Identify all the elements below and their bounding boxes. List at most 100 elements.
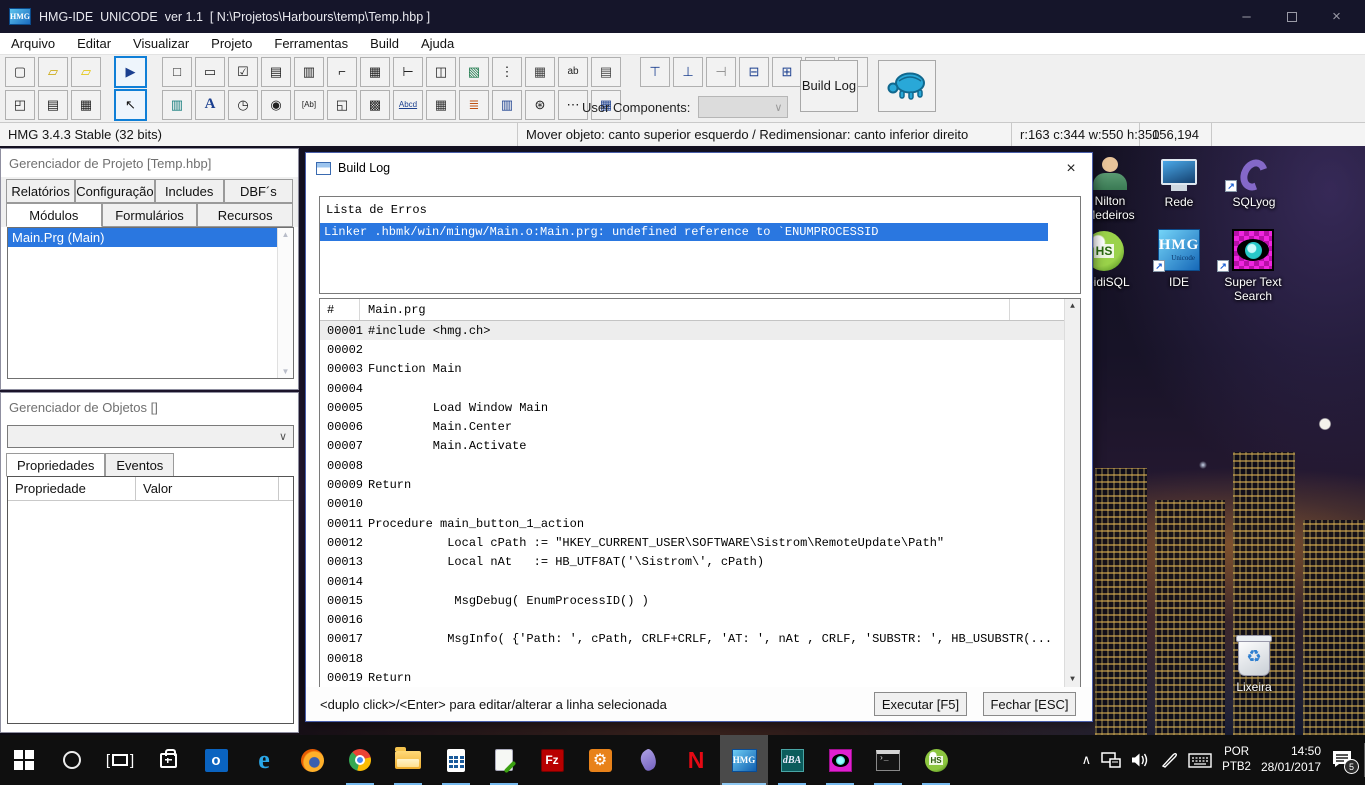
- code-line-00019[interactable]: 00019 Return: [320, 668, 1064, 687]
- code-line-00002[interactable]: 00002: [320, 340, 1064, 359]
- menu-editar[interactable]: Editar: [66, 33, 122, 54]
- taskbar-mysql-dolphin[interactable]: [624, 735, 672, 785]
- button-control-button[interactable]: ▭: [195, 56, 225, 87]
- scroll-up-icon[interactable]: ▲: [1070, 302, 1075, 311]
- code-line-00018[interactable]: 00018: [320, 649, 1064, 668]
- progressbar-control-button[interactable]: ▥: [492, 89, 522, 120]
- combobox-control-button[interactable]: ▥: [294, 56, 324, 87]
- error-row-selected[interactable]: Linker .hbmk/win/mingw/Main.o:Main.prg: …: [320, 223, 1048, 241]
- build-log-button[interactable]: Build Log: [800, 60, 858, 112]
- taskbar-chrome[interactable]: [336, 735, 384, 785]
- taskbar-command-prompt[interactable]: ›_: [864, 735, 912, 785]
- network-icon[interactable]: [1101, 752, 1121, 768]
- desktop-icon-supertext[interactable]: ↗ Super Text Search: [1214, 227, 1292, 304]
- notebook-control-button[interactable]: ▤: [591, 56, 621, 87]
- tab-eventos[interactable]: Eventos: [105, 453, 175, 477]
- tab-propriedades[interactable]: Propriedades: [6, 453, 106, 477]
- hyperlink-control-button[interactable]: Abcd: [393, 89, 423, 120]
- code-line-00017[interactable]: 00017 MsgInfo( {'Path: ', cPath, CRLF+CR…: [320, 630, 1064, 649]
- code-line-00009[interactable]: 00009 Return: [320, 475, 1064, 494]
- tray-expand-icon[interactable]: ∧: [1082, 752, 1092, 768]
- library-button[interactable]: ▥: [162, 89, 192, 120]
- form-button[interactable]: ◰: [5, 89, 35, 120]
- align-bottom-button[interactable]: ⊥: [673, 56, 703, 87]
- timer-control-button[interactable]: ◷: [228, 89, 258, 120]
- select-cursor-button[interactable]: ↖: [114, 88, 147, 121]
- slider-control-button[interactable]: ⊢: [393, 56, 423, 87]
- list-item[interactable]: Main.Prg (Main): [8, 228, 277, 247]
- tab-includes[interactable]: Includes: [154, 179, 224, 203]
- column-header-propriedade[interactable]: Propriedade: [8, 477, 136, 500]
- grid-control-button[interactable]: ▦: [360, 56, 390, 87]
- taskbar-dbassistant[interactable]: dBA: [768, 735, 816, 785]
- taskbar-outlook[interactable]: o: [192, 735, 240, 785]
- objects-combobox[interactable]: ∨: [7, 425, 294, 448]
- debug-turtle-button[interactable]: [878, 60, 936, 112]
- menu-visualizar[interactable]: Visualizar: [122, 33, 200, 54]
- menu-arquivo[interactable]: Arquivo: [0, 33, 66, 54]
- run-button[interactable]: ▶: [114, 55, 147, 88]
- textbox-control-button[interactable]: ab: [558, 56, 588, 87]
- modules-list[interactable]: Main.Prg (Main) ▲ ▼: [7, 227, 294, 379]
- code-line-00010[interactable]: 00010: [320, 495, 1064, 514]
- code-line-00001[interactable]: 00001 #include <hmg.ch>: [320, 321, 1064, 341]
- taskbar-start-button[interactable]: [0, 735, 48, 785]
- listbox-control-button[interactable]: ▤: [261, 56, 291, 87]
- tree-control-button[interactable]: ⋮: [492, 56, 522, 87]
- scroll-down-icon[interactable]: ▼: [1070, 675, 1075, 684]
- open-project-button[interactable]: ▱: [38, 56, 68, 87]
- report-button[interactable]: ▦: [71, 89, 101, 120]
- code-line-00008[interactable]: 00008: [320, 456, 1064, 475]
- minimize-button[interactable]: –: [1224, 0, 1269, 33]
- tab-módulos[interactable]: Módulos: [6, 203, 102, 227]
- align-center-v-button[interactable]: ⊞: [772, 56, 802, 87]
- code-line-00005[interactable]: 00005 Load Window Main: [320, 398, 1064, 417]
- code-line-00014[interactable]: 00014: [320, 572, 1064, 591]
- calendar-control-button[interactable]: ▦: [426, 89, 456, 120]
- tab-dbf´s[interactable]: DBF´s: [223, 179, 293, 203]
- taskbar-netflix[interactable]: N: [672, 735, 720, 785]
- code-line-00015[interactable]: 00015 MsgDebug( EnumProcessID() ): [320, 591, 1064, 610]
- taskbar-heidisql[interactable]: HS: [912, 735, 960, 785]
- tab-recursos[interactable]: Recursos: [197, 203, 294, 227]
- align-top-button[interactable]: ⊤: [640, 56, 670, 87]
- align-left-button[interactable]: ⊣: [706, 56, 736, 87]
- taskbar-cortana[interactable]: [48, 735, 96, 785]
- build-log-titlebar[interactable]: Build Log: [306, 153, 1092, 183]
- code-line-00011[interactable]: 00011 Procedure main_button_1_action: [320, 514, 1064, 533]
- desktop-icon-rede[interactable]: Rede: [1150, 147, 1208, 209]
- tab-control-button[interactable]: ◱: [327, 89, 357, 120]
- label-control-button[interactable]: A: [195, 89, 225, 120]
- new-project-button[interactable]: ▱: [71, 56, 101, 87]
- desktop-icon-sqlyog[interactable]: ↗ SQLyog: [1222, 147, 1286, 209]
- scroll-down-icon[interactable]: ▼: [282, 367, 290, 376]
- scrollbar[interactable]: ▲ ▼: [277, 228, 293, 378]
- error-list[interactable]: Lista de Erros Linker .hbmk/win/mingw/Ma…: [319, 196, 1081, 294]
- taskbar-task-view[interactable]: []: [96, 735, 144, 785]
- window-control-button[interactable]: □: [162, 56, 192, 87]
- desktop-icon-lixeira[interactable]: ♻ Lixeira: [1222, 632, 1286, 694]
- menu-build[interactable]: Build: [359, 33, 410, 54]
- new-file-button[interactable]: ▢: [5, 56, 35, 87]
- keyboard-icon[interactable]: [1188, 752, 1212, 768]
- colorlist-control-button[interactable]: ≣: [459, 89, 489, 120]
- menu-projeto[interactable]: Projeto: [200, 33, 263, 54]
- tab-configuração[interactable]: Configuração: [75, 179, 155, 203]
- source-doc-button[interactable]: ▤: [38, 89, 68, 120]
- taskbar-store[interactable]: [144, 735, 192, 785]
- line-control-button[interactable]: ⌐: [327, 56, 357, 87]
- code-line-00006[interactable]: 00006 Main.Center: [320, 417, 1064, 436]
- taskbar-super-text-search[interactable]: [816, 735, 864, 785]
- align-center-h-button[interactable]: ⊟: [739, 56, 769, 87]
- wizard-control-button[interactable]: ▩: [360, 89, 390, 120]
- code-line-00003[interactable]: 00003 Function Main: [320, 360, 1064, 379]
- taskbar-file-explorer[interactable]: [384, 735, 432, 785]
- code-line-00007[interactable]: 00007 Main.Activate: [320, 437, 1064, 456]
- menu-ajuda[interactable]: Ajuda: [410, 33, 465, 54]
- radio-control-button[interactable]: ◉: [261, 89, 291, 120]
- user-components-combobox[interactable]: ∨: [698, 96, 789, 118]
- menu-ferramentas[interactable]: Ferramentas: [263, 33, 359, 54]
- monthcalendar-control-button[interactable]: ▦: [525, 56, 555, 87]
- language-indicator[interactable]: POR PTB2: [1222, 745, 1251, 775]
- taskbar-notepad-plus-plus[interactable]: [480, 735, 528, 785]
